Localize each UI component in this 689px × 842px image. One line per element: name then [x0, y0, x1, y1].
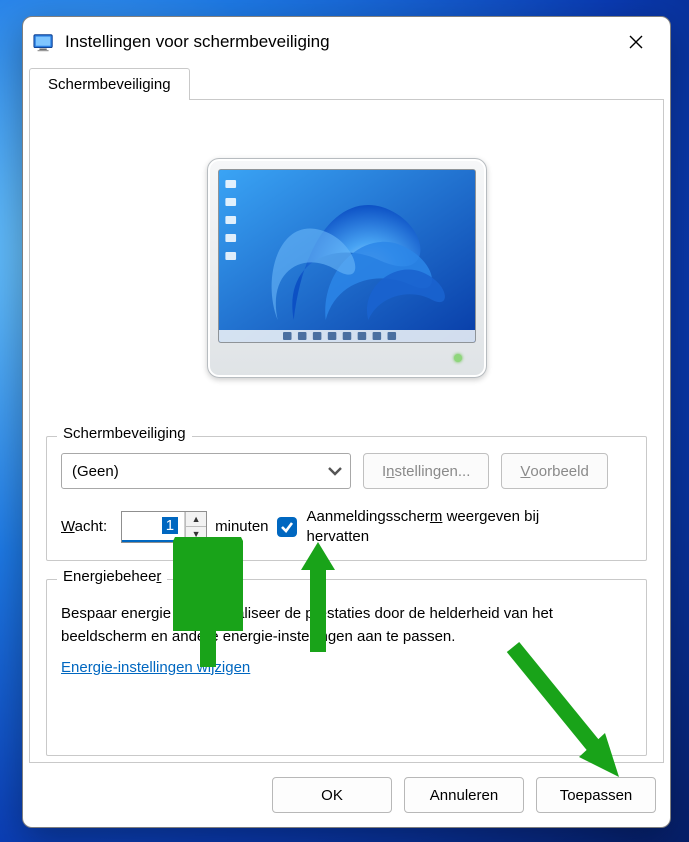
- close-button[interactable]: [614, 27, 658, 57]
- energy-description: Bespaar energie of maximaliseer de prest…: [61, 602, 632, 649]
- preview-button-u: V: [520, 463, 530, 480]
- screensaver-preview: [46, 118, 647, 418]
- screensaver-settings-dialog: Instellingen voor schermbeveiliging Sche…: [22, 16, 671, 828]
- wait-spinner[interactable]: 1 ▲ ▼: [121, 511, 207, 543]
- group-energy-legend: Energiebeheer: [57, 568, 167, 585]
- settings-button[interactable]: Instellingen...: [363, 453, 489, 489]
- settings-button-rest: stellingen...: [395, 463, 471, 480]
- screensaver-dropdown[interactable]: (Geen): [61, 453, 351, 489]
- monitor-graphic: [207, 158, 487, 378]
- cancel-button[interactable]: Annuleren: [404, 777, 524, 813]
- preview-button-rest: oorbeeld: [530, 463, 588, 480]
- tabstrip: Schermbeveiliging: [23, 67, 670, 99]
- settings-button-u: n: [386, 463, 394, 480]
- chevron-down-icon: [326, 462, 344, 480]
- monitor-chin: [218, 343, 476, 373]
- resume-logon-label: Aanmeldingsscherm weergeven bij hervatte…: [307, 507, 540, 546]
- monitor-screen: [218, 169, 476, 343]
- energy-settings-link[interactable]: Energie-instellingen wijzigen: [61, 659, 250, 676]
- preview-button[interactable]: Voorbeeld: [501, 453, 607, 489]
- titlebar: Instellingen voor schermbeveiliging: [23, 17, 670, 67]
- group-screensaver-legend: Schermbeveiliging: [57, 425, 192, 442]
- power-led-icon: [454, 354, 462, 362]
- wait-value-field[interactable]: 1: [122, 512, 185, 542]
- group-screensaver: Schermbeveiliging (Geen) Instellingen...…: [46, 436, 647, 561]
- resume-logon-checkbox[interactable]: [277, 517, 297, 537]
- window-title: Instellingen voor schermbeveiliging: [65, 32, 614, 52]
- control-panel-icon: [33, 32, 55, 52]
- minutes-label: minuten: [215, 518, 268, 535]
- ok-button[interactable]: OK: [272, 777, 392, 813]
- wait-value: 1: [162, 517, 178, 534]
- dialog-button-row: OK Annuleren Toepassen: [23, 763, 670, 827]
- group-energy: Energiebeheer Bespaar energie of maximal…: [46, 579, 647, 756]
- dropdown-value: (Geen): [72, 463, 119, 480]
- tab-screensaver[interactable]: Schermbeveiliging: [29, 68, 190, 100]
- spinner-up-button[interactable]: ▲: [186, 512, 206, 528]
- tab-panel: Schermbeveiliging (Geen) Instellingen...…: [29, 99, 664, 763]
- apply-button[interactable]: Toepassen: [536, 777, 656, 813]
- wait-label: Wacht:: [61, 518, 107, 535]
- spinner-down-button[interactable]: ▼: [186, 527, 206, 542]
